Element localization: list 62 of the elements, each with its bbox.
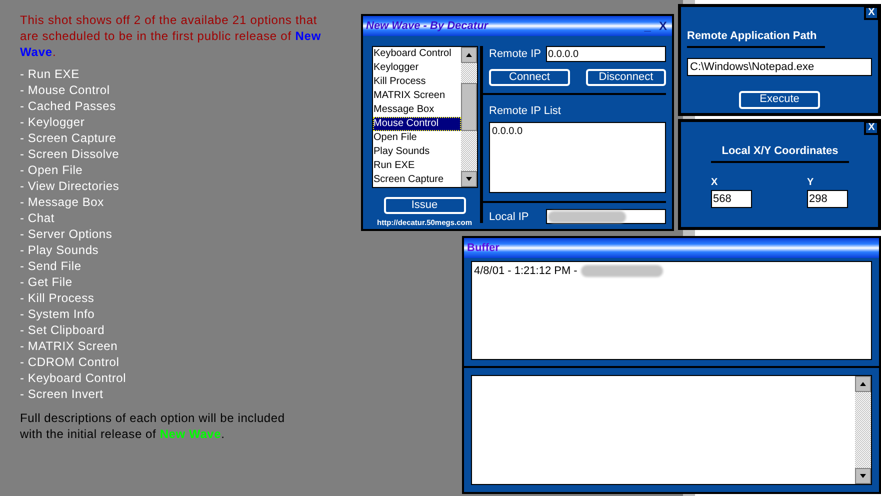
intro-text: This shot shows off 2 of the availabe 21 options that are scheduled to be in the first public release of New Wave. xyxy=(20,12,322,60)
option-item: - Keylogger xyxy=(20,114,85,130)
option-item: - Mouse Control xyxy=(20,82,110,98)
local-ip-field[interactable] xyxy=(546,209,666,224)
list-item[interactable]: Message Box xyxy=(372,103,461,117)
option-item: - Get File xyxy=(20,274,72,290)
footer-text: Full descriptions of each option will be included with the initial release of New Wave. xyxy=(20,410,286,442)
list-item[interactable]: Mouse Control xyxy=(372,117,461,131)
option-item: - Open File xyxy=(20,162,83,178)
option-item: - Cached Passes xyxy=(20,98,116,114)
close-button[interactable]: X xyxy=(864,121,879,135)
disconnect-button[interactable]: Disconnect xyxy=(586,69,666,86)
list-item[interactable]: MATRIX Screen xyxy=(372,89,461,103)
option-item: - Server Options xyxy=(20,226,112,242)
option-item: - Message Box xyxy=(20,194,104,210)
dialog-title: Local X/Y Coordinates xyxy=(711,143,849,162)
option-item: - Play Sounds xyxy=(20,242,99,258)
remote-ip-label: Remote IP xyxy=(489,46,542,62)
scrollbar-thumb[interactable] xyxy=(460,83,477,131)
scroll-down-icon[interactable] xyxy=(460,171,477,187)
list-item[interactable]: Open File xyxy=(372,131,461,145)
path-field[interactable]: C:\Windows\Notepad.exe xyxy=(687,58,872,76)
option-item: - Screen Capture xyxy=(20,130,116,146)
option-item: - View Directories xyxy=(20,178,120,194)
connect-button[interactable]: Connect xyxy=(489,69,570,86)
option-item: - MATRIX Screen xyxy=(20,338,118,354)
list-item[interactable]: Play Sounds xyxy=(372,145,461,159)
remote-ip-list-label: Remote IP List xyxy=(489,104,561,119)
execute-button[interactable]: Execute xyxy=(739,90,820,108)
scroll-up-icon[interactable] xyxy=(855,376,871,392)
option-item: - Run EXE xyxy=(20,66,80,82)
window-title: Buffer xyxy=(467,240,500,256)
y-label: Y xyxy=(807,176,814,190)
scroll-down-icon[interactable] xyxy=(855,468,871,484)
option-item: - CDROM Control xyxy=(20,354,120,370)
close-button[interactable]: X xyxy=(658,17,667,35)
option-item: - Keyboard Control xyxy=(20,370,126,386)
list-item[interactable]: Keylogger xyxy=(372,61,461,75)
option-item: - Chat xyxy=(20,210,54,226)
remote-ip-field[interactable]: 0.0.0.0 xyxy=(546,46,666,62)
y-field[interactable]: 298 xyxy=(807,190,848,208)
list-item[interactable]: Run EXE xyxy=(372,159,461,173)
x-label: X xyxy=(711,176,718,190)
option-item: - Set Clipboard xyxy=(20,322,105,338)
list-item[interactable]: Keyboard Control xyxy=(372,47,461,61)
input-field[interactable] xyxy=(471,375,872,485)
scroll-up-icon[interactable] xyxy=(460,47,477,63)
log-line: 4/8/01 - 1:21:12 PM - xyxy=(474,264,578,279)
option-item: - Send File xyxy=(20,258,82,274)
window-title: New Wave - By Decatur xyxy=(366,18,488,34)
option-item: - Kill Process xyxy=(20,290,94,306)
local-ip-label: Local IP xyxy=(489,210,530,224)
list-item[interactable]: 0.0.0.0 xyxy=(492,124,523,138)
list-item[interactable]: Screen Capture xyxy=(372,173,461,187)
close-button[interactable]: X xyxy=(864,6,879,20)
option-item: - Screen Dissolve xyxy=(20,146,120,162)
option-item: - System Info xyxy=(20,306,95,322)
dialog-title: Remote Application Path xyxy=(687,28,825,48)
list-item[interactable]: Kill Process xyxy=(372,75,461,89)
x-field[interactable]: 568 xyxy=(711,190,752,208)
option-item: - Screen Invert xyxy=(20,386,104,402)
issue-button[interactable]: Issue xyxy=(384,197,466,214)
